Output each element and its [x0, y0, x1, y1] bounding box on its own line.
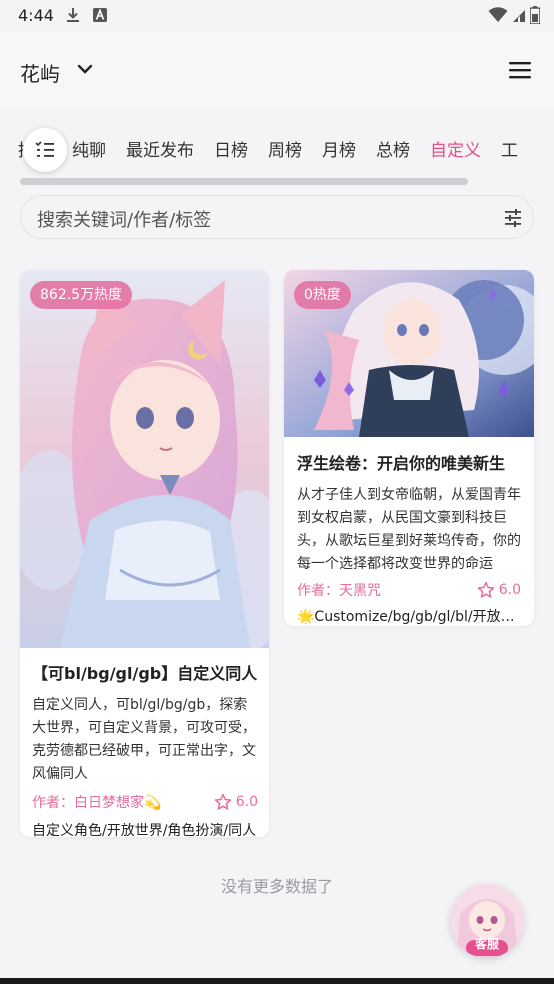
app-bar: 花屿	[0, 32, 554, 108]
star-icon	[477, 581, 494, 598]
card-tags: 🌟Customize/bg/gb/gl/bl/开放世界	[297, 609, 521, 625]
role-card[interactable]: 862.5万热度 【可bl/bg/gl/gb】自定义同人 自定义同人，可bl/g…	[20, 270, 269, 837]
battery-icon	[530, 6, 540, 24]
wifi-icon	[488, 7, 508, 22]
category-tabs: 推荐 纯聊 最近发布 日榜 周榜 月榜 总榜 自定义 工	[0, 108, 554, 192]
card-tags: 自定义角色/开放世界/角色扮演/同人	[32, 823, 257, 837]
gesture-nav-bar	[0, 978, 554, 984]
card-author[interactable]: 作者：白日梦想家💫	[32, 792, 161, 812]
status-time: 4:44	[18, 6, 54, 25]
card-meta: 作者：白日梦想家💫 6.0	[32, 792, 258, 812]
filter-icon[interactable]	[503, 208, 523, 228]
card-description: 自定义同人，可bl/gl/bg/gb，探索大世界，可自定义背景，可攻可受，克劳德…	[32, 697, 256, 782]
search-bar[interactable]: 搜索关键词/作者/标签	[20, 195, 534, 239]
tab-weekly[interactable]: 周榜	[258, 140, 312, 162]
tab-tools[interactable]: 工	[491, 140, 528, 162]
role-card[interactable]: 0热度 浮生绘卷：开启你的唯美新生 从才子佳人到女帝临朝，从爱国青年到女权启蒙，…	[284, 270, 534, 626]
card-body: 浮生绘卷：开启你的唯美新生 从才子佳人到女帝临朝，从爱国青年到女权启蒙，从民国文…	[297, 450, 521, 626]
tab-strip[interactable]: 推荐 纯聊 最近发布 日榜 周榜 月榜 总榜 自定义 工	[18, 140, 528, 162]
a-icon	[93, 8, 107, 22]
category-list-button[interactable]	[23, 128, 67, 172]
tab-monthly[interactable]: 月榜	[312, 140, 366, 162]
card-meta: 作者：天黑咒 6.0	[297, 580, 521, 600]
tab-pure-chat[interactable]: 纯聊	[62, 140, 116, 162]
chevron-down-icon[interactable]	[76, 62, 94, 76]
tab-scrollbar[interactable]	[20, 178, 468, 185]
rating-value: 6.0	[498, 582, 521, 598]
tab-daily[interactable]: 日榜	[204, 140, 258, 162]
card-cover-image: 862.5万热度	[20, 270, 269, 648]
card-body: 【可bl/bg/gl/gb】自定义同人 自定义同人，可bl/gl/bg/gb，探…	[32, 660, 258, 837]
tab-recent[interactable]: 最近发布	[116, 140, 204, 162]
app-title[interactable]: 花屿	[20, 58, 60, 87]
rating-value: 6.0	[235, 794, 258, 810]
heat-badge: 862.5万热度	[30, 281, 133, 309]
tab-total[interactable]: 总榜	[366, 140, 420, 162]
card-title: 【可bl/bg/gl/gb】自定义同人	[32, 664, 258, 683]
hamburger-menu-icon[interactable]	[508, 60, 532, 80]
card-description: 从才子佳人到女帝临朝，从爱国青年到女权启蒙，从民国文豪到科技巨头，从歌坛巨星到好…	[297, 487, 521, 572]
status-bar: 4:44	[0, 0, 554, 32]
service-label: 客服	[474, 937, 499, 951]
list-icon	[35, 141, 54, 157]
card-rating: 6.0	[477, 581, 521, 599]
signal-icon	[513, 10, 525, 22]
customer-service-button[interactable]: 客服	[450, 884, 524, 958]
app-screen: 4:44 花屿 纯聊 最近发布 日榜 周榜 月榜 总榜 自定义 工 搜索关键词/…	[0, 0, 554, 984]
card-author[interactable]: 作者：天黑咒	[297, 580, 381, 600]
card-title: 浮生绘卷：开启你的唯美新生	[297, 454, 506, 473]
heat-badge: 0热度	[294, 281, 351, 309]
card-cover-image: 0热度	[284, 270, 534, 437]
star-icon	[214, 793, 231, 810]
card-rating: 6.0	[214, 793, 258, 811]
search-input[interactable]: 搜索关键词/作者/标签	[37, 206, 211, 232]
download-icon	[67, 8, 79, 22]
tab-custom[interactable]: 自定义	[420, 140, 491, 162]
status-right	[488, 6, 540, 24]
